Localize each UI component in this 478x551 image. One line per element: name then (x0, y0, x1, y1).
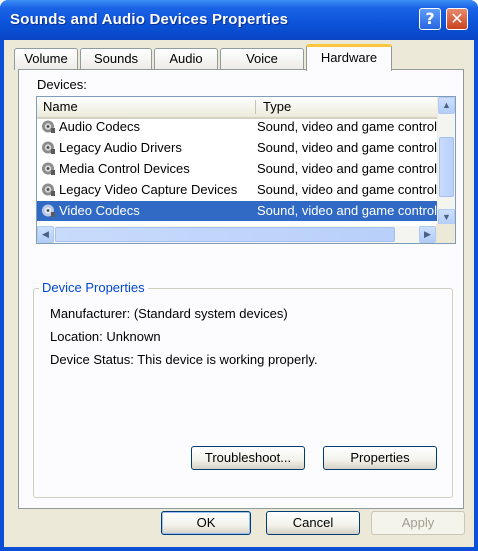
title-bar[interactable]: Sounds and Audio Devices Properties ? ✕ (0, 0, 478, 40)
row-type: Sound, video and game controllers (257, 203, 437, 218)
tab-hardware[interactable]: Hardware (306, 44, 392, 71)
device-properties-title: Device Properties (39, 280, 148, 295)
close-button[interactable]: ✕ (446, 8, 468, 30)
cancel-button[interactable]: Cancel (266, 511, 360, 535)
device-icon (42, 162, 55, 175)
horizontal-scroll-thumb[interactable] (55, 227, 395, 242)
manufacturer-text: Manufacturer: (Standard system devices) (50, 306, 288, 321)
tab-sounds[interactable]: Sounds (80, 48, 152, 70)
devices-list[interactable]: Name Type Audio Codecs Sound, video and … (36, 96, 456, 244)
row-name: Video Codecs (59, 203, 140, 218)
list-row[interactable]: Audio Codecs Sound, video and game contr… (37, 117, 437, 137)
device-icon (42, 120, 55, 133)
help-button[interactable]: ? (419, 8, 441, 30)
device-icon (42, 183, 55, 196)
row-type: Sound, video and game controllers (257, 119, 437, 134)
hardware-panel: Devices: Name Type Audio Codecs Sound, v… (18, 69, 464, 509)
scroll-right-icon[interactable]: ▶ (419, 226, 436, 243)
horizontal-scrollbar[interactable]: ◀ ▶ (37, 226, 437, 243)
row-name: Legacy Audio Drivers (59, 140, 182, 155)
list-row[interactable]: Media Control Devices Sound, video and g… (37, 159, 437, 179)
devices-label: Devices: (37, 77, 87, 92)
tab-audio[interactable]: Audio (154, 48, 218, 70)
row-name: Legacy Video Capture Devices (59, 182, 238, 197)
device-icon (42, 141, 55, 154)
tab-voice[interactable]: Voice (220, 48, 304, 70)
row-name-cell: Legacy Audio Drivers (41, 138, 256, 158)
properties-window: Sounds and Audio Devices Properties ? ✕ … (0, 0, 478, 551)
ok-button[interactable]: OK (161, 511, 251, 535)
row-name-cell: Media Control Devices (41, 159, 256, 179)
properties-button[interactable]: Properties (323, 446, 437, 470)
tab-volume[interactable]: Volume (14, 48, 78, 70)
row-name-cell: Legacy Video Capture Devices (41, 180, 256, 200)
row-name: Media Control Devices (59, 161, 190, 176)
list-row-selected[interactable]: Video Codecs Sound, video and game contr… (37, 201, 437, 221)
scrollbar-corner (436, 224, 455, 243)
vertical-scrollbar[interactable]: ▲ ▼ (437, 97, 455, 226)
row-name-cell: Video Codecs (41, 201, 256, 221)
row-name-cell: Audio Codecs (41, 117, 256, 137)
location-text: Location: Unknown (50, 329, 161, 344)
row-type: Sound, video and game controllers (257, 161, 437, 176)
row-type: Sound, video and game controllers (257, 140, 437, 155)
column-header-name[interactable]: Name (37, 97, 257, 117)
column-header-type[interactable]: Type (257, 97, 437, 117)
row-type: Sound, video and game controllers (257, 182, 437, 197)
troubleshoot-button[interactable]: Troubleshoot... (191, 446, 305, 470)
window-title: Sounds and Audio Devices Properties (10, 11, 289, 28)
device-icon (42, 204, 55, 217)
scroll-left-icon[interactable]: ◀ (37, 226, 54, 243)
dialog-client: Volume Sounds Audio Voice Hardware Devic… (4, 40, 474, 547)
column-divider[interactable] (255, 100, 256, 114)
apply-button[interactable]: Apply (371, 511, 465, 535)
list-header: Name Type (37, 97, 437, 119)
list-row[interactable]: Legacy Audio Drivers Sound, video and ga… (37, 138, 437, 158)
scroll-up-icon[interactable]: ▲ (438, 97, 455, 114)
vertical-scroll-thumb[interactable] (439, 137, 454, 197)
row-name: Audio Codecs (59, 119, 140, 134)
list-row[interactable]: Legacy Video Capture Devices Sound, vide… (37, 180, 437, 200)
device-status-text: Device Status: This device is working pr… (50, 352, 318, 367)
